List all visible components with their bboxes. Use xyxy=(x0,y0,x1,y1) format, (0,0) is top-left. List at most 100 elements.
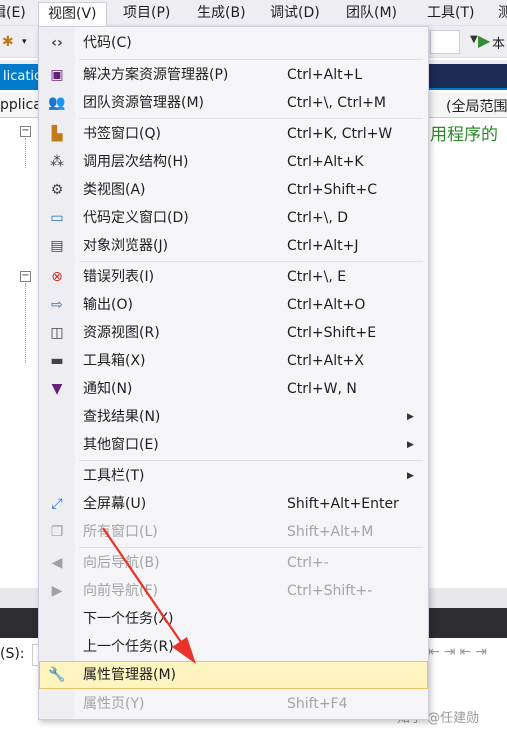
collapse-icon[interactable]: − xyxy=(20,271,31,282)
menu-item-label: 向后导航(B) xyxy=(83,555,160,571)
menu-item-label: 全屏幕(U) xyxy=(83,496,147,512)
menu-edit[interactable]: 辑(E) xyxy=(0,3,26,23)
menu-item-bookmark-window[interactable]: ▙ 书签窗口(Q) Ctrl+K, Ctrl+W xyxy=(39,120,428,148)
menu-item-previous-task[interactable]: 上一个任务(R) xyxy=(39,633,428,661)
menu-item-navigate-forward: ▶ 向前导航(F) Ctrl+Shift+- xyxy=(39,577,428,605)
menu-separator xyxy=(79,59,423,60)
menu-item-shortcut: Ctrl+\, D xyxy=(287,210,349,226)
menu-item-label: 向前导航(F) xyxy=(83,583,158,599)
solution-config-combo[interactable] xyxy=(430,30,460,54)
menu-item-solution-explorer[interactable]: ▣ 解决方案资源管理器(P) Ctrl+Alt+L xyxy=(39,61,428,89)
new-project-icon[interactable]: ✱ xyxy=(2,34,14,50)
code-icon: ‹› xyxy=(51,35,63,51)
menu-item-label: 错误列表(I) xyxy=(83,269,155,285)
object-browser-icon: ▤ xyxy=(50,238,64,254)
menu-item-team-explorer[interactable]: 👥 团队资源管理器(M) Ctrl+\, Ctrl+M xyxy=(39,89,428,117)
document-tab[interactable]: lication xyxy=(0,64,38,90)
menu-item-label: 书签窗口(Q) xyxy=(83,126,161,142)
menu-item-object-browser[interactable]: ▤ 对象浏览器(J) Ctrl+Alt+J xyxy=(39,232,428,260)
menu-item-notifications[interactable]: ▼ 通知(N) Ctrl+W, N xyxy=(39,375,428,403)
resource-view-icon: ◫ xyxy=(50,325,64,341)
menu-item-shortcut: Ctrl+Alt+K xyxy=(287,154,364,170)
menu-item-label: 上一个任务(R) xyxy=(83,639,174,655)
menu-project[interactable]: 项目(P) xyxy=(123,3,170,23)
navigate-forward-icon: ▶ xyxy=(51,583,63,599)
menu-item-call-hierarchy[interactable]: ⁂ 调用层次结构(H) Ctrl+Alt+K xyxy=(39,148,428,176)
tab-strip-filler xyxy=(428,64,507,88)
menu-item-shortcut: Ctrl+W, N xyxy=(287,381,357,397)
solution-explorer-icon: ▣ xyxy=(50,67,64,83)
error-list-icon: ⊗ xyxy=(51,269,63,285)
menu-item-code-definition[interactable]: ▭ 代码定义窗口(D) Ctrl+\, D xyxy=(39,204,428,232)
submenu-arrow-icon: ▶ xyxy=(407,471,414,481)
menu-item-label: 查找结果(N) xyxy=(83,409,161,425)
start-debug-icon[interactable]: ▶ xyxy=(478,31,490,50)
outline-guide xyxy=(25,138,26,168)
menu-separator xyxy=(79,547,423,548)
menu-item-shortcut: Ctrl+\, Ctrl+M xyxy=(287,95,386,111)
menu-test[interactable]: 测 xyxy=(498,3,507,23)
menu-item-label: 代码定义窗口(D) xyxy=(83,210,189,226)
bookmark-icon: ▙ xyxy=(51,126,63,142)
menu-item-all-windows: ❐ 所有窗口(L) Shift+Alt+M xyxy=(39,518,428,546)
menu-item-shortcut: Ctrl+K, Ctrl+W xyxy=(287,126,393,142)
start-debug-label[interactable]: 本 xyxy=(492,33,505,52)
chevron-down-icon[interactable]: ▼ xyxy=(470,34,478,45)
call-hierarchy-icon: ⁂ xyxy=(50,154,64,170)
output-icon: ⇨ xyxy=(51,297,63,313)
menu-item-label: 解决方案资源管理器(P) xyxy=(83,67,229,83)
menu-item-label: 下一个任务(X) xyxy=(83,611,174,627)
menu-item-shortcut: Ctrl+\, E xyxy=(287,269,347,285)
menu-item-property-manager[interactable]: 🔧 属性管理器(M) xyxy=(39,661,428,689)
menu-build[interactable]: 生成(B) xyxy=(197,3,246,23)
find-label: (S): xyxy=(0,646,25,662)
menu-item-label: 属性管理器(M) xyxy=(83,667,177,683)
menu-separator xyxy=(79,118,423,119)
project-dropdown[interactable]: pplica xyxy=(0,97,42,113)
code-comment: 用程序的 xyxy=(430,125,498,145)
menu-item-class-view[interactable]: ⚙ 类视图(A) Ctrl+Shift+C xyxy=(39,176,428,204)
submenu-arrow-icon: ▶ xyxy=(407,412,414,422)
menu-item-label: 调用层次结构(H) xyxy=(83,154,189,170)
submenu-arrow-icon: ▶ xyxy=(407,440,414,450)
menu-item-shortcut: Ctrl+Shift+C xyxy=(287,182,377,198)
menu-item-navigate-back: ◀ 向后导航(B) Ctrl+- xyxy=(39,549,428,577)
menu-item-label: 工具栏(T) xyxy=(83,468,145,484)
menu-item-label: 工具箱(X) xyxy=(83,353,146,369)
scope-dropdown[interactable]: (全局范围 xyxy=(446,96,507,116)
panel-toolbar-icons[interactable]: ⇤⇥⇤⇥ xyxy=(428,644,491,660)
menu-separator xyxy=(79,460,423,461)
menu-item-property-pages: 属性页(Y) Shift+F4 xyxy=(39,690,428,718)
menu-tools[interactable]: 工具(T) xyxy=(427,3,474,23)
menu-item-label: 所有窗口(L) xyxy=(83,524,158,540)
team-explorer-icon: 👥 xyxy=(48,95,66,111)
menu-team[interactable]: 团队(M) xyxy=(346,3,397,23)
menu-item-toolbars[interactable]: 工具栏(T) ▶ xyxy=(39,462,428,490)
menu-item-other-windows[interactable]: 其他窗口(E) ▶ xyxy=(39,431,428,459)
toolbox-icon: ▬ xyxy=(50,353,64,369)
menu-item-shortcut: Shift+F4 xyxy=(287,696,348,712)
class-view-icon: ⚙ xyxy=(50,182,64,198)
collapse-icon[interactable]: − xyxy=(20,126,31,137)
menu-item-label: 其他窗口(E) xyxy=(83,437,159,453)
menu-item-toolbox[interactable]: ▬ 工具箱(X) Ctrl+Alt+X xyxy=(39,347,428,375)
menu-item-find-results[interactable]: 查找结果(N) ▶ xyxy=(39,403,428,431)
menu-item-shortcut: Ctrl+- xyxy=(287,555,329,571)
menu-item-code[interactable]: ‹› 代码(C) xyxy=(39,29,428,57)
menu-item-label: 输出(O) xyxy=(83,297,133,313)
menu-debug[interactable]: 调试(D) xyxy=(270,3,320,23)
all-windows-icon: ❐ xyxy=(50,524,64,540)
menu-view[interactable]: 视图(V) xyxy=(38,2,107,27)
wrench-icon: 🔧 xyxy=(48,667,66,683)
chevron-down-icon[interactable]: ▾ xyxy=(22,34,27,50)
menu-item-resource-view[interactable]: ◫ 资源视图(R) Ctrl+Shift+E xyxy=(39,319,428,347)
menu-item-full-screen[interactable]: ⤢ 全屏幕(U) Shift+Alt+Enter xyxy=(39,490,428,518)
menu-item-label: 代码(C) xyxy=(83,35,132,51)
menu-item-shortcut: Ctrl+Shift+E xyxy=(287,325,377,341)
fullscreen-icon: ⤢ xyxy=(51,496,63,512)
menu-separator xyxy=(79,261,423,262)
menu-item-output[interactable]: ⇨ 输出(O) Ctrl+Alt+O xyxy=(39,291,428,319)
menu-item-error-list[interactable]: ⊗ 错误列表(I) Ctrl+\, E xyxy=(39,263,428,291)
menu-item-next-task[interactable]: 下一个任务(X) xyxy=(39,605,428,633)
menu-item-shortcut: Ctrl+Shift+- xyxy=(287,583,373,599)
